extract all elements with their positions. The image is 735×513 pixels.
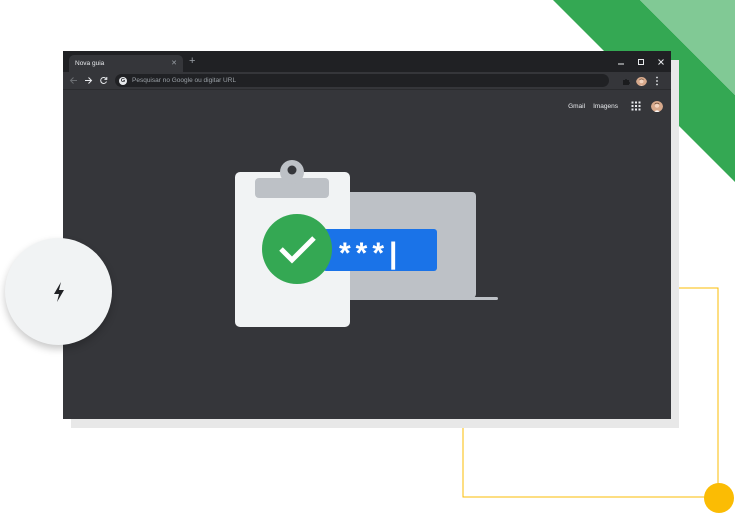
yellow-dot: [704, 483, 734, 513]
profile-avatar[interactable]: [636, 75, 647, 86]
plus-icon[interactable]: +: [189, 56, 195, 67]
back-button[interactable]: [68, 75, 79, 86]
close-icon[interactable]: ✕: [171, 60, 177, 67]
reload-button[interactable]: [98, 75, 109, 86]
minimize-icon: [618, 63, 624, 64]
lightning-bolt-icon: [53, 281, 64, 302]
close-window-button[interactable]: [651, 51, 671, 72]
title-bar: Nova guia ✕ +: [63, 51, 671, 72]
extensions-button[interactable]: [621, 76, 631, 86]
password-checkup-illustration: ***|: [235, 160, 498, 327]
google-top-links: Gmail Imagens: [568, 100, 663, 112]
toolbar: G: [63, 72, 671, 90]
close-icon: [658, 58, 664, 65]
apps-grid-icon[interactable]: [630, 100, 642, 112]
browser-window: Nova guia ✕ + G Pesquisar no Google ou d…: [63, 51, 671, 419]
gmail-link[interactable]: Gmail: [568, 103, 585, 110]
arrow-right-icon: [85, 77, 93, 84]
account-avatar[interactable]: [651, 100, 663, 112]
check-circle: [262, 214, 332, 284]
window-controls: [611, 51, 671, 72]
lightning-badge: [5, 238, 112, 345]
google-g-icon: G: [119, 76, 127, 85]
password-mask: ***|: [339, 237, 402, 270]
minimize-button[interactable]: [611, 51, 631, 72]
omnibox[interactable]: G: [115, 74, 609, 87]
maximize-icon: [638, 58, 644, 65]
avatar-icon: [651, 101, 663, 112]
arrow-left-icon: [69, 77, 77, 84]
address-input[interactable]: [132, 77, 552, 84]
forward-button[interactable]: [83, 75, 94, 86]
tab-title: Nova guia: [75, 60, 105, 67]
puzzle-icon: [622, 78, 630, 85]
tab-new-tab[interactable]: Nova guia ✕: [69, 55, 183, 72]
more-vert-icon[interactable]: [654, 76, 660, 86]
maximize-button[interactable]: [631, 51, 651, 72]
clipboard-clip-hole: [287, 165, 297, 175]
laptop-base: [338, 297, 498, 300]
avatar-icon: [636, 77, 647, 86]
images-link[interactable]: Imagens: [593, 103, 618, 110]
reload-icon: [100, 77, 108, 84]
